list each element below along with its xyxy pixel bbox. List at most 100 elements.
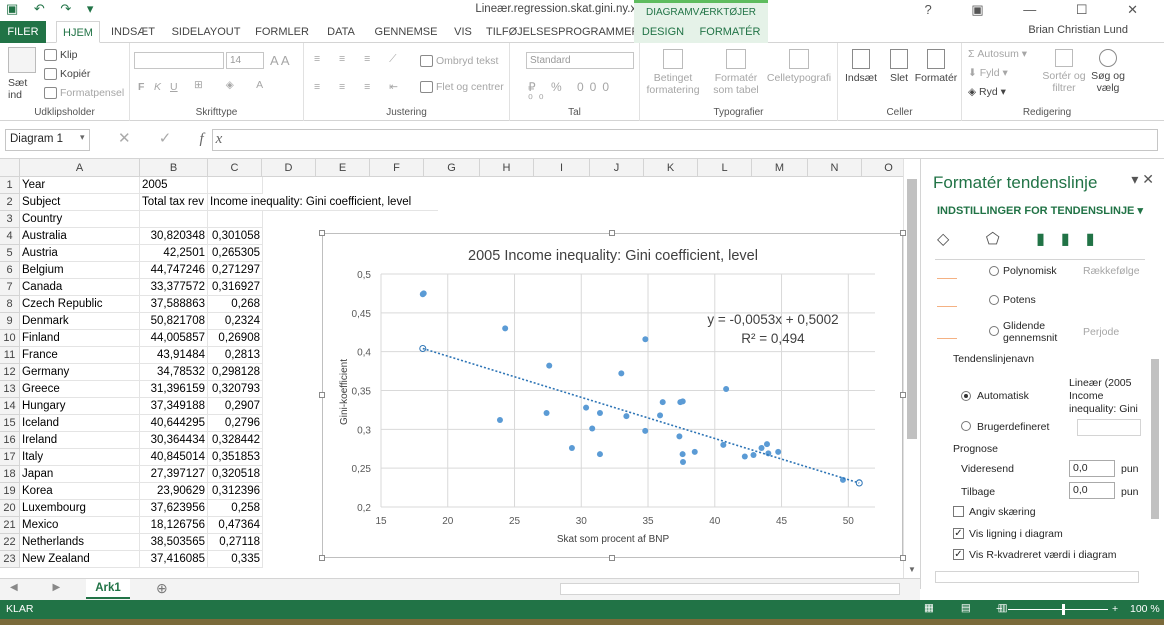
data-point[interactable] [659, 399, 666, 406]
data-point[interactable] [676, 433, 683, 440]
border-fill-icons[interactable]: ⊞ ◈ A [194, 79, 273, 91]
row-header[interactable]: 11 [0, 347, 20, 364]
backward-input[interactable]: 0,0 [1069, 482, 1115, 499]
pane-close-icon[interactable]: ▾ ✕ [1131, 171, 1154, 188]
row-header[interactable]: 10 [0, 330, 20, 347]
cell-b[interactable]: 23,90629 [140, 483, 208, 500]
data-point[interactable] [741, 453, 748, 460]
cell-a[interactable]: Luxembourg [20, 500, 140, 517]
data-point[interactable] [596, 410, 603, 417]
row-header[interactable]: 17 [0, 449, 20, 466]
row-header[interactable]: 18 [0, 466, 20, 483]
cell-b[interactable]: 38,503565 [140, 534, 208, 551]
cell-a[interactable]: Finland [20, 330, 140, 347]
view-mode-icons[interactable]: ▦ ▤ ▥ [924, 602, 1020, 614]
resize-handle[interactable] [609, 555, 615, 561]
cell-c[interactable]: 0,2324 [208, 313, 263, 330]
row-header[interactable]: 14 [0, 398, 20, 415]
format-cells-button[interactable]: Formatér [914, 49, 958, 84]
data-point[interactable] [763, 441, 770, 448]
row-header[interactable]: 20 [0, 500, 20, 517]
column-header[interactable]: I [534, 159, 590, 177]
chart-title[interactable]: 2005 Income inequality: Gini coefficient… [468, 248, 758, 264]
cell-c[interactable]: 0,301058 [208, 228, 263, 245]
cell-b[interactable]: 43,91484 [140, 347, 208, 364]
cell-a[interactable]: Greece [20, 381, 140, 398]
resize-handle[interactable] [900, 555, 906, 561]
bold-button[interactable]: F [138, 81, 144, 93]
merge-center-button[interactable]: Flet og centrer [420, 81, 504, 94]
trendline-equation[interactable]: y = -0,0053x + 0,5002 [707, 312, 838, 327]
zoom-level[interactable]: 100 % [1130, 603, 1160, 615]
row-header[interactable]: 9 [0, 313, 20, 330]
copy-button[interactable]: Kopiér [44, 68, 90, 81]
insert-cells-button[interactable]: Indsæt [842, 49, 880, 84]
cell-c[interactable]: 0,2796 [208, 415, 263, 432]
select-all-corner[interactable] [0, 159, 20, 177]
radio-automatic[interactable] [961, 391, 971, 401]
cell-c[interactable]: 0,268 [208, 296, 263, 313]
data-point[interactable] [583, 404, 590, 411]
paste-button[interactable]: Sæt ind [8, 77, 38, 101]
show-r2-checkbox[interactable]: ✓ [953, 549, 964, 560]
cell-c[interactable]: 0,271297 [208, 262, 263, 279]
data-point[interactable] [502, 325, 509, 332]
number-icons[interactable]: ₽ % 000 ⁰⁰ [528, 81, 639, 105]
cell-a[interactable]: France [20, 347, 140, 364]
tab-addins[interactable]: TILFØJELSESPROGRAMMER [486, 21, 639, 43]
data-point[interactable] [623, 413, 630, 420]
column-header[interactable]: B [140, 159, 208, 177]
tab-review[interactable]: GENNEMSE [370, 21, 442, 43]
bar-chart-icon[interactable]: ▮▮▮ [1036, 231, 1110, 248]
cell-c[interactable]: 0,351853 [208, 449, 263, 466]
data-point[interactable] [691, 448, 698, 455]
cell-b[interactable]: 40,644295 [140, 415, 208, 432]
cell-b[interactable]: 44,747246 [140, 262, 208, 279]
cell-a[interactable]: Belgium [20, 262, 140, 279]
cell-c[interactable] [208, 211, 263, 228]
row-header[interactable]: 19 [0, 483, 20, 500]
cell-a[interactable]: Ireland [20, 432, 140, 449]
resize-handle[interactable] [319, 392, 325, 398]
tab-data[interactable]: DATA [320, 21, 362, 43]
cell-c[interactable]: 0,320518 [208, 466, 263, 483]
data-point[interactable] [679, 398, 686, 405]
column-header[interactable]: L [698, 159, 752, 177]
zoom-out-icon[interactable]: − [996, 603, 1002, 615]
sheet-nav-icons[interactable]: ◀ ▶ [10, 582, 76, 593]
tab-insert[interactable]: INDSÆT [108, 21, 158, 43]
column-header[interactable]: N [808, 159, 862, 177]
row-header[interactable]: 22 [0, 534, 20, 551]
align-icons-2[interactable]: ≡ ≡ ≡ ⇤ [314, 81, 406, 93]
vertical-scrollbar[interactable]: ▼ [903, 159, 920, 578]
cell-a[interactable]: Italy [20, 449, 140, 466]
data-point[interactable] [723, 385, 730, 392]
cell-b[interactable]: 37,349188 [140, 398, 208, 415]
cell-a[interactable]: Korea [20, 483, 140, 500]
pane-subtitle[interactable]: INDSTILLINGER FOR TENDENSLINJE ▾ [937, 204, 1143, 217]
data-point[interactable] [642, 336, 649, 343]
data-point[interactable] [496, 417, 503, 424]
column-header[interactable]: A [20, 159, 140, 177]
clear-button[interactable]: ◈ Ryd ▾ [968, 86, 1006, 98]
cell-c[interactable]: 0,320793 [208, 381, 263, 398]
zoom-slider-thumb[interactable] [1062, 604, 1065, 615]
formula-input[interactable] [212, 129, 1158, 151]
tab-design[interactable]: DESIGN [634, 21, 692, 43]
trendline-end-handle[interactable] [855, 479, 863, 487]
data-point[interactable] [420, 290, 427, 297]
cell-a[interactable]: Denmark [20, 313, 140, 330]
autosum-button[interactable]: Σ Autosum ▾ [968, 48, 1027, 60]
row-header[interactable]: 6 [0, 262, 20, 279]
row-header[interactable]: 4 [0, 228, 20, 245]
cell-c[interactable]: 0,328442 [208, 432, 263, 449]
x-axis-label[interactable]: Skat som procent af BNP [557, 534, 670, 545]
forward-input[interactable]: 0,0 [1069, 460, 1115, 477]
cell-c[interactable]: 0,26908 [208, 330, 263, 347]
row-header[interactable]: 1 [0, 177, 20, 194]
column-header[interactable]: H [480, 159, 534, 177]
cell-b[interactable]: 44,005857 [140, 330, 208, 347]
data-point[interactable] [680, 458, 687, 465]
data-point[interactable] [589, 425, 596, 432]
scroll-thumb[interactable] [907, 179, 917, 439]
